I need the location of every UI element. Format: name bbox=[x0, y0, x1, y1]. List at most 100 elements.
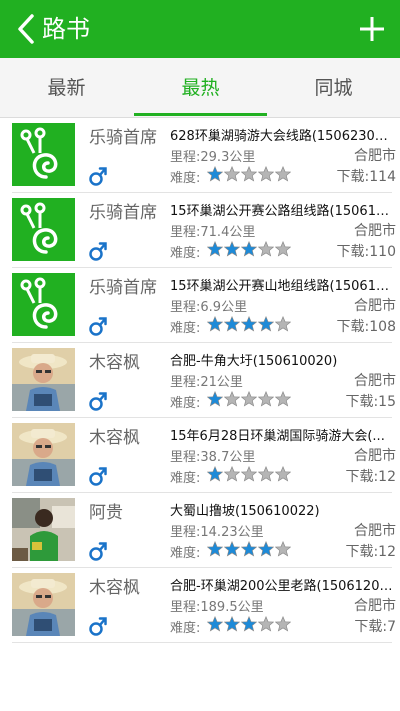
snail-logo-icon bbox=[12, 123, 75, 186]
route-row[interactable]: 乐骑首席 15环巢湖公开赛公路组线路(150619... 里程:71.4公里 合肥市难… bbox=[0, 194, 400, 268]
route-title: 合肥-环巢湖200公里老路(150612055) bbox=[170, 579, 396, 594]
route-title: 15环巢湖公开赛山地组线路(150619... bbox=[170, 279, 396, 294]
downloads-text: 下载:108 bbox=[337, 316, 396, 336]
distance-label: 里程: bbox=[170, 450, 201, 465]
distance-text: 里程:29.3公里 bbox=[170, 146, 255, 165]
difficulty-stars bbox=[206, 240, 292, 257]
route-title: 大蜀山撸坡(150610022) bbox=[170, 504, 320, 519]
star-empty-icon bbox=[274, 315, 292, 332]
male-icon bbox=[89, 542, 107, 561]
difficulty-stars bbox=[206, 615, 292, 632]
city-text: 合肥市 bbox=[354, 298, 396, 314]
back-button[interactable] bbox=[12, 12, 42, 46]
star-filled-icon bbox=[206, 165, 224, 182]
distance-label: 里程: bbox=[170, 600, 201, 615]
row-divider bbox=[12, 417, 392, 418]
star-filled-icon bbox=[206, 465, 224, 482]
star-filled-icon bbox=[223, 540, 241, 557]
route-row[interactable]: 乐骑首席 628环巢湖骑游大会线路(150623099) 里程:29.3公里 合肥市难… bbox=[0, 119, 400, 193]
downloads-label: 下载: bbox=[336, 319, 370, 335]
distance-text: 里程:38.7公里 bbox=[170, 446, 255, 465]
tab-same-city[interactable]: 同城 bbox=[267, 58, 400, 118]
downloads-text: 下载:7 bbox=[354, 616, 396, 636]
route-row[interactable]: 阿贵 大蜀山撸坡(150610022) 里程:14.23公里 合肥市 难度: 下载:12 bbox=[0, 494, 400, 568]
route-row[interactable]: 木容枫 合肥-牛角大圩(150610020) 里程:21公里 合肥市 难度: 下载:15 bbox=[0, 344, 400, 418]
star-filled-icon bbox=[206, 615, 224, 632]
star-empty-icon bbox=[257, 240, 275, 257]
difficulty-stars bbox=[206, 390, 292, 407]
tab-hottest[interactable]: 最热 bbox=[134, 58, 267, 118]
star-filled-icon bbox=[240, 240, 258, 257]
male-icon bbox=[89, 617, 107, 636]
distance-text: 里程:14.23公里 bbox=[170, 521, 264, 540]
star-empty-icon bbox=[257, 390, 275, 407]
distance-text: 里程:21公里 bbox=[170, 371, 243, 390]
route-row[interactable]: 木容枫 合肥-环巢湖200公里老路(150612055) 里程:189.5公里 合肥市… bbox=[0, 569, 400, 643]
difficulty-label: 难度: bbox=[170, 321, 201, 336]
star-filled-icon bbox=[240, 540, 258, 557]
star-empty-icon bbox=[274, 615, 292, 632]
distance-label: 里程: bbox=[170, 375, 201, 390]
difficulty-label: 难度: bbox=[170, 621, 201, 636]
avatar[interactable] bbox=[12, 273, 75, 336]
route-row[interactable]: 乐骑首席 15环巢湖公开赛山地组线路(150619... 里程:6.9公里 合肥市 难度… bbox=[0, 269, 400, 343]
row-divider bbox=[12, 192, 392, 193]
avatar[interactable] bbox=[12, 198, 75, 261]
downloads-label: 下载: bbox=[336, 244, 370, 260]
star-empty-icon bbox=[257, 165, 275, 182]
star-empty-icon bbox=[223, 465, 241, 482]
snail-logo-icon bbox=[12, 273, 75, 336]
distance-value: 71.4公里 bbox=[200, 225, 256, 240]
distance-label: 里程: bbox=[170, 525, 201, 540]
gender-badge bbox=[89, 390, 107, 412]
page-title: 路书 bbox=[42, 15, 90, 43]
row-divider bbox=[12, 567, 392, 568]
distance-value: 38.7公里 bbox=[200, 450, 256, 465]
star-filled-icon bbox=[206, 240, 224, 257]
star-empty-icon bbox=[223, 390, 241, 407]
distance-value: 6.9公里 bbox=[200, 300, 248, 315]
row-divider bbox=[12, 342, 392, 343]
star-filled-icon bbox=[240, 315, 258, 332]
star-empty-icon bbox=[274, 165, 292, 182]
gender-badge bbox=[89, 465, 107, 487]
distance-value: 189.5公里 bbox=[200, 600, 264, 615]
avatar[interactable] bbox=[12, 123, 75, 186]
tab-bar: 最新 最热 同城 bbox=[0, 58, 400, 118]
star-empty-icon bbox=[257, 615, 275, 632]
avatar[interactable] bbox=[12, 348, 75, 411]
distance-text: 里程:6.9公里 bbox=[170, 296, 247, 315]
star-empty-icon bbox=[274, 240, 292, 257]
gender-badge bbox=[89, 165, 107, 187]
downloads-text: 下载:15 bbox=[345, 391, 396, 411]
route-title: 15环巢湖公开赛公路组线路(150619... bbox=[170, 204, 396, 219]
star-filled-icon bbox=[223, 315, 241, 332]
star-filled-icon bbox=[240, 615, 258, 632]
downloads-text: 下载:12 bbox=[345, 466, 396, 486]
downloads-label: 下载: bbox=[354, 619, 388, 635]
difficulty-stars bbox=[206, 540, 292, 557]
top-bar: 路书 bbox=[0, 0, 400, 58]
add-route-button[interactable] bbox=[358, 15, 386, 43]
gender-badge bbox=[89, 615, 107, 637]
user-name: 乐骑首席 bbox=[89, 203, 157, 223]
star-filled-icon bbox=[223, 240, 241, 257]
difficulty-stars bbox=[206, 465, 292, 482]
route-row[interactable]: 木容枫 15年6月28日环巢湖国际骑游大会(... 里程:38.7公里 合肥市 难度: 下… bbox=[0, 419, 400, 493]
star-empty-icon bbox=[240, 465, 258, 482]
avatar[interactable] bbox=[12, 573, 75, 636]
person-photo-icon bbox=[12, 423, 75, 486]
tab-latest[interactable]: 最新 bbox=[0, 58, 133, 118]
difficulty-label: 难度: bbox=[170, 471, 201, 486]
avatar[interactable] bbox=[12, 498, 75, 561]
avatar[interactable] bbox=[12, 423, 75, 486]
distance-value: 21公里 bbox=[200, 375, 243, 390]
star-empty-icon bbox=[240, 390, 258, 407]
star-empty-icon bbox=[274, 390, 292, 407]
route-title: 合肥-牛角大圩(150610020) bbox=[170, 354, 338, 369]
city-text: 合肥市 bbox=[354, 148, 396, 164]
downloads-value: 15 bbox=[378, 394, 396, 410]
downloads-label: 下载: bbox=[336, 169, 370, 185]
star-filled-icon bbox=[257, 540, 275, 557]
downloads-value: 12 bbox=[378, 544, 396, 560]
